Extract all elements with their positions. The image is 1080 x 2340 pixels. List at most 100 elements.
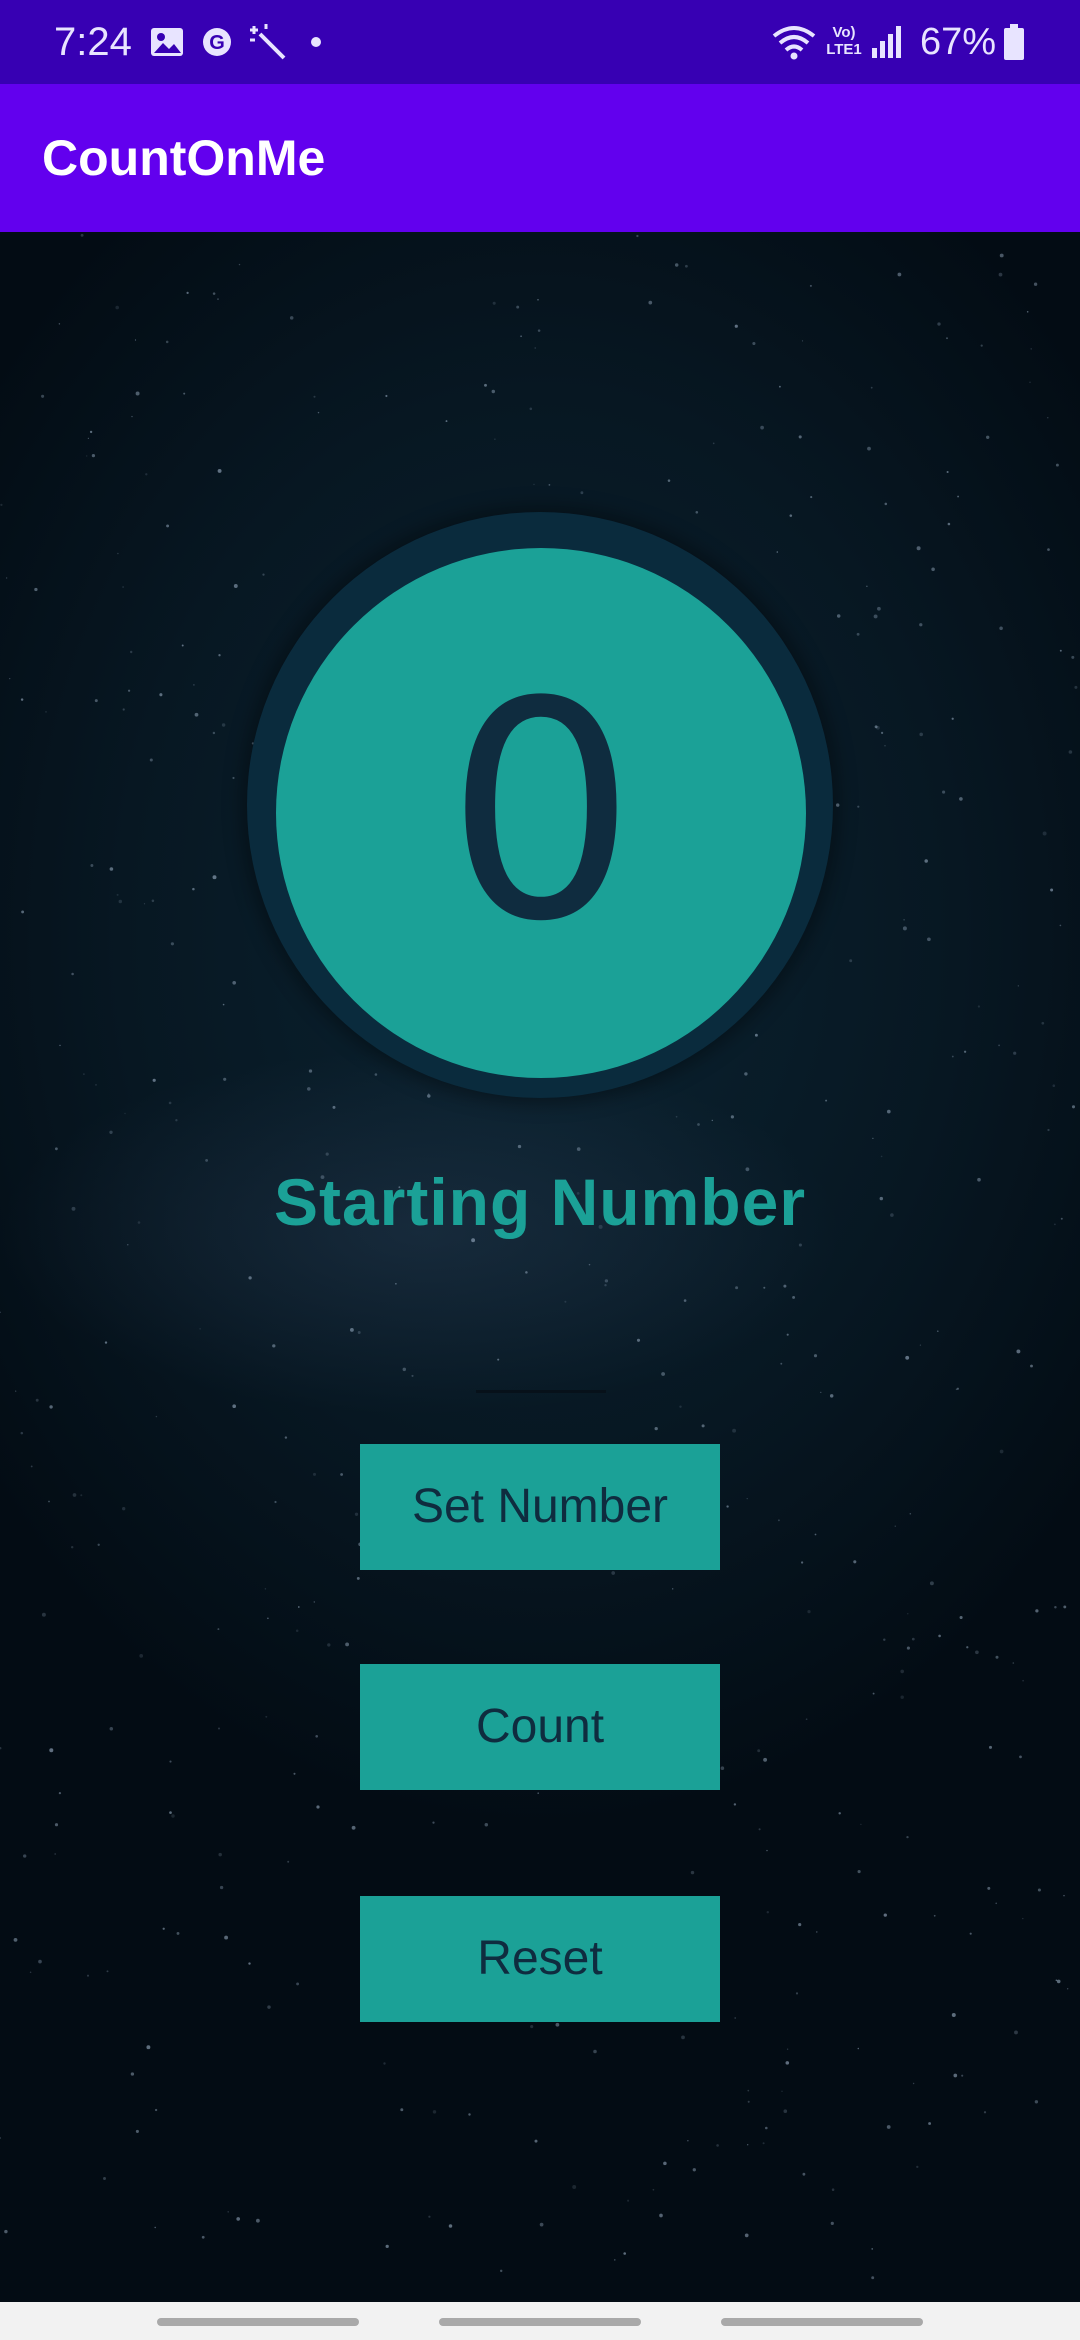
star bbox=[1041, 1021, 1045, 1025]
star bbox=[256, 2218, 260, 2223]
star bbox=[59, 1044, 61, 1047]
star bbox=[857, 805, 860, 808]
star bbox=[30, 1465, 33, 1468]
star bbox=[937, 322, 941, 326]
star bbox=[735, 1286, 739, 1290]
star bbox=[752, 341, 756, 346]
star bbox=[1047, 548, 1050, 551]
star bbox=[1012, 1662, 1015, 1664]
star bbox=[983, 2111, 987, 2114]
star bbox=[849, 959, 853, 963]
star bbox=[104, 1341, 108, 1344]
star bbox=[86, 1974, 90, 1977]
star bbox=[217, 298, 219, 300]
number-input[interactable] bbox=[476, 1390, 606, 1393]
star bbox=[661, 1372, 666, 1376]
star bbox=[272, 1344, 276, 1348]
star bbox=[267, 1617, 269, 1620]
star bbox=[786, 2048, 789, 2050]
star bbox=[690, 1870, 695, 1875]
star bbox=[747, 2144, 749, 2146]
star bbox=[807, 1609, 811, 1614]
star bbox=[117, 552, 119, 555]
star bbox=[91, 453, 96, 458]
star bbox=[663, 2161, 667, 2166]
status-bar: 7:24 G Vo) LTE1 67% bbox=[0, 0, 1080, 84]
star bbox=[0, 1311, 1, 1313]
star bbox=[679, 1405, 682, 1408]
image-icon bbox=[151, 28, 183, 56]
star bbox=[109, 1130, 113, 1134]
star bbox=[54, 1853, 57, 1855]
notification-dot-icon bbox=[311, 37, 321, 47]
star bbox=[720, 1766, 725, 1770]
star bbox=[636, 1338, 641, 1342]
star bbox=[186, 291, 189, 295]
nav-back-button[interactable] bbox=[721, 2318, 923, 2326]
star bbox=[825, 1099, 828, 1102]
star bbox=[946, 337, 948, 340]
star bbox=[757, 1749, 761, 1753]
star bbox=[181, 644, 184, 647]
star bbox=[1042, 831, 1047, 836]
reset-button[interactable]: Reset bbox=[360, 1896, 720, 2022]
nav-home-button[interactable] bbox=[439, 2318, 641, 2326]
star bbox=[295, 1629, 299, 1633]
star bbox=[1047, 417, 1049, 419]
star bbox=[906, 1835, 909, 1839]
star bbox=[1017, 985, 1019, 987]
star bbox=[801, 340, 804, 342]
star bbox=[109, 867, 114, 871]
star bbox=[103, 2177, 106, 2180]
star bbox=[980, 344, 983, 347]
star bbox=[999, 1449, 1004, 1454]
star bbox=[800, 1561, 804, 1564]
star bbox=[766, 1849, 768, 1852]
star bbox=[902, 926, 907, 931]
star bbox=[94, 699, 98, 703]
star bbox=[1047, 1128, 1050, 1132]
star bbox=[813, 1354, 818, 1358]
star bbox=[1034, 2100, 1039, 2104]
star bbox=[867, 446, 871, 451]
starting-number-label: Starting Number bbox=[273, 1165, 807, 1239]
star bbox=[998, 272, 1003, 277]
star bbox=[217, 1628, 220, 1631]
star bbox=[13, 1938, 18, 1942]
star bbox=[20, 698, 24, 701]
count-button[interactable]: Count bbox=[360, 1664, 720, 1790]
star bbox=[58, 1791, 62, 1795]
star bbox=[1056, 1979, 1061, 1984]
magic-wand-icon bbox=[250, 24, 286, 60]
star bbox=[534, 347, 536, 349]
star bbox=[236, 2217, 241, 2221]
star bbox=[97, 1543, 100, 1546]
star bbox=[537, 329, 541, 332]
star bbox=[539, 2222, 544, 2227]
star bbox=[183, 392, 186, 395]
star bbox=[781, 2090, 783, 2092]
nav-recents-button[interactable] bbox=[157, 2318, 359, 2326]
star bbox=[340, 1473, 343, 1476]
star bbox=[354, 1512, 359, 1516]
star bbox=[687, 2140, 689, 2142]
set-number-button[interactable]: Set Number bbox=[360, 1444, 720, 1570]
star bbox=[798, 1243, 802, 1247]
star bbox=[0, 1747, 2, 1750]
star bbox=[357, 1331, 361, 1334]
star bbox=[1054, 1606, 1057, 1609]
star bbox=[853, 1560, 857, 1564]
star bbox=[1071, 1105, 1076, 1109]
star bbox=[192, 887, 195, 891]
star bbox=[900, 1695, 904, 1699]
star bbox=[576, 1147, 581, 1151]
star bbox=[129, 650, 133, 654]
status-time: 7:24 bbox=[54, 20, 132, 64]
star bbox=[212, 731, 216, 735]
star bbox=[942, 790, 946, 794]
star bbox=[919, 732, 923, 737]
star bbox=[683, 1299, 687, 1302]
app-title: CountOnMe bbox=[42, 130, 326, 186]
star bbox=[1019, 1755, 1022, 1759]
star bbox=[975, 1650, 979, 1655]
